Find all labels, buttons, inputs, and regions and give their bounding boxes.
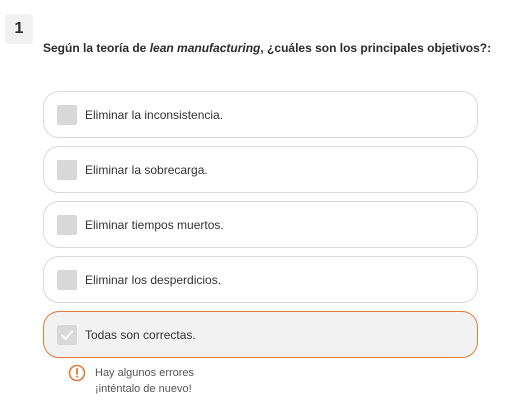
- checkbox[interactable]: [57, 104, 77, 125]
- checkbox[interactable]: [57, 159, 77, 180]
- answer-option[interactable]: Eliminar la sobrecarga.: [43, 146, 478, 193]
- feedback-line-2: ¡inténtalo de nuevo!: [95, 383, 192, 395]
- answer-option-label: Todas son correctas.: [85, 327, 196, 342]
- answer-option[interactable]: Eliminar los desperdicios.: [43, 256, 478, 303]
- checkmark-icon: [61, 330, 73, 340]
- question-number: 1: [5, 14, 33, 44]
- answer-options: Eliminar la inconsistencia. Eliminar la …: [43, 91, 478, 366]
- answer-option[interactable]: Eliminar la inconsistencia.: [43, 91, 478, 138]
- checkbox[interactable]: [57, 214, 77, 235]
- question-text: Según la teoría de lean manufacturing, ¿…: [43, 41, 503, 55]
- question-text-before: Según la teoría de: [43, 41, 150, 55]
- question-text-emphasis: lean manufacturing: [149, 41, 261, 55]
- checkbox-checked[interactable]: [57, 324, 77, 345]
- answer-option-selected[interactable]: Todas son correctas.: [43, 311, 478, 358]
- question-text-after: , ¿cuáles son los principales objetivos?…: [260, 41, 492, 55]
- answer-option[interactable]: Eliminar tiempos muertos.: [43, 201, 478, 248]
- answer-option-label: Eliminar los desperdicios.: [85, 272, 222, 287]
- warning-circle-icon: [68, 364, 86, 382]
- feedback-text: Hay algunos errores ¡inténtalo de nuevo!: [95, 365, 194, 397]
- feedback-message: Hay algunos errores ¡inténtalo de nuevo!: [68, 364, 194, 397]
- checkbox[interactable]: [57, 269, 77, 290]
- feedback-line-1: Hay algunos errores: [95, 367, 195, 379]
- answer-option-label: Eliminar tiempos muertos.: [85, 217, 224, 232]
- answer-option-label: Eliminar la inconsistencia.: [85, 107, 224, 122]
- answer-option-label: Eliminar la sobrecarga.: [85, 162, 208, 177]
